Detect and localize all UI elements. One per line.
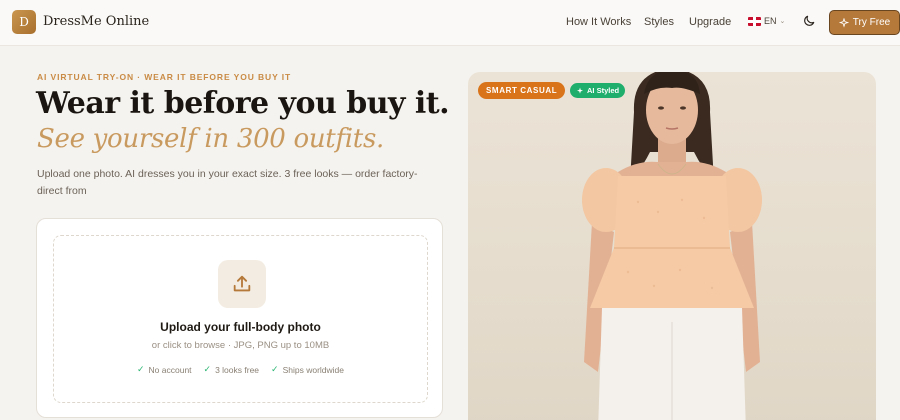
hero-description: Upload one photo. AI dresses you in your… [37, 168, 418, 197]
check-icon: ✓ [203, 364, 212, 374]
try-free-button[interactable]: Try Free [829, 10, 900, 35]
sparkle-icon [577, 87, 583, 94]
nav-link-how-it-works[interactable]: How It Works [566, 16, 631, 28]
upload-subtitle: or click to browse · JPG, PNG up to 10MB [151, 340, 330, 351]
logo-mark[interactable]: D [12, 10, 36, 34]
model-illustration [582, 72, 762, 420]
ai-styled-badge: AI Styled [570, 83, 626, 98]
check-icon: ✓ [136, 364, 145, 374]
upload-card: Upload your full-body photo or click to … [36, 218, 443, 418]
hero-headline: Wear it before you buy it. [36, 86, 450, 121]
language-selector[interactable]: EN ⌄ [748, 16, 785, 26]
outfit-preview-image: SMART CASUAL AI Styled [468, 72, 876, 420]
perk-label: Ships worldwide [282, 364, 344, 375]
nav-link-upgrade[interactable]: Upgrade [689, 16, 731, 28]
nav-link-styles[interactable]: Styles [644, 16, 674, 28]
brand-name[interactable]: DressMe Online [43, 14, 149, 29]
perk-label: No account [148, 364, 192, 375]
hero-subhead: See yourself in 300 outfits. [37, 124, 384, 154]
language-label: EN [764, 16, 777, 26]
upload-perks: ✓ No account ✓ 3 looks free ✓ Ships worldwi… [54, 364, 427, 375]
chevron-down-icon: ⌄ [779, 18, 786, 25]
perk-item: ✓ Ships worldwide [271, 364, 344, 375]
upload-dropzone[interactable]: Upload your full-body photo or click to … [53, 235, 428, 403]
hero-eyebrow: AI VIRTUAL TRY-ON · WEAR IT BEFORE YOU B… [37, 72, 292, 82]
moon-icon[interactable] [802, 14, 816, 28]
check-icon: ✓ [271, 364, 279, 374]
uk-flag-icon [748, 16, 761, 26]
perk-item: ✓ No account [137, 364, 192, 375]
try-free-label: Try Free [852, 17, 891, 28]
style-badge: SMART CASUAL [478, 82, 566, 99]
top-nav: D DressMe Online How It Works Styles Upg… [0, 0, 900, 46]
perk-label: 3 looks free [215, 364, 260, 375]
upload-icon[interactable] [218, 260, 266, 308]
perk-item: ✓ 3 looks free [204, 364, 260, 375]
ai-styled-label: AI Styled [587, 86, 620, 95]
upload-title: Upload your full-body photo [160, 320, 321, 334]
sparkle-icon [838, 17, 849, 28]
